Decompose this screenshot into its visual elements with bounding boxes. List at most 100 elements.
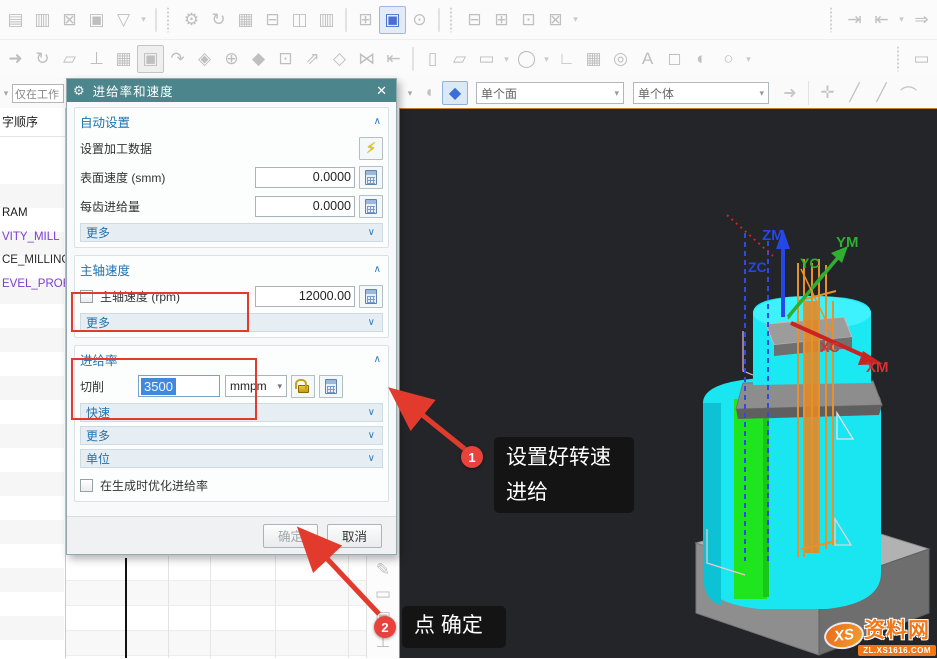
set-machining-data-button[interactable]: ⚡ [359, 137, 383, 160]
curve-tool-icon[interactable]: ⌒ [895, 79, 922, 107]
body-rule-select[interactable]: 单个体 ▾ [633, 82, 769, 104]
generate-toolpath-icon[interactable]: ⚙ [178, 6, 205, 34]
program-order-view-icon[interactable]: ⊟ [461, 6, 488, 34]
spindle-more-bar[interactable]: 更多 ∨ [80, 313, 383, 332]
flow-caret[interactable]: ▾ [895, 6, 908, 34]
spindle-rpm-input[interactable]: 12000.00 [255, 286, 355, 307]
confirm-arrow-icon[interactable]: ➜ [777, 81, 803, 105]
machine-output-icon[interactable]: ⊞ [352, 6, 379, 34]
rectangle-tool-icon[interactable]: ▭ [473, 45, 500, 73]
filter-caret-icon[interactable]: ▾ [0, 88, 12, 99]
rotate-view-icon[interactable]: ↻ [29, 45, 56, 73]
spindle-speed-checkbox[interactable] [80, 290, 93, 303]
line2-tool-icon[interactable]: ╱ [868, 79, 895, 107]
polygon-tool-icon[interactable]: ◯ [513, 45, 540, 73]
eraser-icon[interactable]: ✎ [371, 558, 395, 582]
navigator-column-header[interactable]: 字顺序 [0, 108, 65, 137]
flow-merge-icon[interactable]: ⇒ [908, 6, 935, 34]
note-icon[interactable]: ▭ [371, 582, 395, 606]
feed-more-bar[interactable]: 更多 ∨ [80, 426, 383, 445]
machine-tool-view-icon[interactable]: ⊞ [488, 6, 515, 34]
view-caret[interactable]: ▾ [569, 6, 582, 34]
paste-object-icon[interactable]: ▥ [29, 6, 56, 34]
chevron-up-icon[interactable]: ∧ [374, 116, 383, 127]
dialog-titlebar[interactable]: ⚙ 进给率和速度 ✕ [67, 79, 396, 102]
bounded-cube-icon[interactable]: ▣ [137, 45, 164, 73]
tool-list-caret[interactable]: ▾ [137, 6, 150, 34]
auto-settings-header[interactable]: 自动设置 ∧ [80, 110, 383, 132]
optimize-feed-checkbox[interactable] [80, 479, 93, 492]
datum-icon[interactable]: ⊥ [83, 45, 110, 73]
verify-toolpath-icon[interactable]: ▦ [232, 6, 259, 34]
chevron-up-icon[interactable]: ∧ [374, 264, 383, 275]
extrude-icon[interactable]: ▯ [419, 45, 446, 73]
list-toolpath-icon[interactable]: ⊟ [259, 6, 286, 34]
spindle-rpm-calc-button[interactable] [359, 285, 383, 308]
chevron-up-icon[interactable]: ∧ [374, 354, 383, 365]
item[interactable]: RAM [2, 202, 66, 226]
solid-body-cube-icon[interactable]: ◆ [442, 81, 468, 105]
feed-per-tooth-input[interactable]: 0.0000 [255, 196, 355, 217]
postprocess-icon[interactable]: ▥ [313, 6, 340, 34]
item[interactable]: VITY_MILL [2, 226, 66, 250]
snapshot-icon[interactable]: ▱ [56, 45, 83, 73]
rectangle-caret[interactable]: ▾ [500, 45, 513, 73]
surface-speed-input[interactable]: 0.0000 [255, 167, 355, 188]
align-icon[interactable]: ⇤ [380, 45, 407, 73]
delete-tool-icon[interactable]: ⊠ [56, 6, 83, 34]
shaded-view-icon[interactable]: ◆ [245, 45, 272, 73]
cancel-button[interactable]: 取消 [327, 524, 382, 548]
item[interactable]: CE_MILLING [2, 249, 66, 273]
clipped-icon[interactable]: ▭ [908, 45, 935, 73]
spotlight-icon[interactable]: ◐ [688, 45, 715, 73]
spindle-speed-header[interactable]: 主轴速度 ∧ [80, 258, 383, 280]
wireframe-cube-icon[interactable]: ◇ [326, 45, 353, 73]
view-caret-icon[interactable]: ▾ [404, 88, 416, 99]
auto-more-bar[interactable]: 更多 ∨ [80, 223, 383, 242]
tool-time-icon[interactable]: ⊙ [406, 6, 433, 34]
move-object-icon[interactable]: ⇗ [299, 45, 326, 73]
ok-button[interactable]: 确定 [263, 524, 318, 548]
work-filter-input[interactable]: 仅在工作 [12, 84, 64, 103]
close-icon[interactable]: ✕ [373, 83, 390, 99]
units-bar[interactable]: 单位 ∨ [80, 449, 383, 468]
copy-object-icon[interactable]: ▤ [2, 6, 29, 34]
surface-speed-calc-button[interactable] [359, 166, 383, 189]
face-rule-select[interactable]: 单个面 ▾ [476, 82, 624, 104]
graphics-viewport[interactable]: ZM ZC YM YC XC XM [399, 108, 937, 658]
circle-caret[interactable]: ▾ [742, 45, 755, 73]
circle-in-rect-icon[interactable]: ◎ [607, 45, 634, 73]
circle-tool-icon[interactable]: ○ [715, 45, 742, 73]
cut-feed-lock-button[interactable] [291, 375, 315, 398]
shaded-solid-icon[interactable]: ◖ [416, 81, 442, 105]
tool-info-icon[interactable]: ▣ [83, 6, 110, 34]
cut-feed-calc-button[interactable] [319, 375, 343, 398]
item[interactable]: EVEL_PROF [2, 273, 66, 297]
shop-documentation-icon[interactable]: ▣ [379, 6, 406, 34]
feed-per-tooth-calc-button[interactable] [359, 195, 383, 218]
measure-icon[interactable]: ▦ [110, 45, 137, 73]
line-move-icon[interactable]: ✛ [814, 79, 841, 107]
forward-icon[interactable]: ➜ [2, 45, 29, 73]
block-icon[interactable]: ▱ [446, 45, 473, 73]
surface-tool-icon[interactable]: ⊕ [218, 45, 245, 73]
cut-feed-input[interactable]: 3500 [138, 375, 220, 397]
flow-input-icon[interactable]: ⇥ [841, 6, 868, 34]
section-view-icon[interactable]: ◈ [191, 45, 218, 73]
info-box-icon[interactable]: ⊡ [272, 45, 299, 73]
mirror-icon[interactable]: ⋈ [353, 45, 380, 73]
line-tool-icon[interactable]: ╱ [841, 79, 868, 107]
feed-rates-header[interactable]: 进给率 ∧ [80, 348, 383, 370]
tool-list-icon[interactable]: ▽ [110, 6, 137, 34]
radius-dimension-icon[interactable]: ↷ [164, 45, 191, 73]
polygon-caret[interactable]: ▾ [540, 45, 553, 73]
replay-toolpath-icon[interactable]: ↻ [205, 6, 232, 34]
geometry-view-icon[interactable]: ⊡ [515, 6, 542, 34]
csys-icon[interactable]: ∟ [553, 45, 580, 73]
box-wireframe-icon[interactable]: ◻ [661, 45, 688, 73]
cut-unit-select[interactable]: mmpm ▾ [225, 375, 287, 397]
simulate-machine-icon[interactable]: ◫ [286, 6, 313, 34]
machining-method-view-icon[interactable]: ⊠ [542, 6, 569, 34]
plane-grid-icon[interactable]: ▦ [580, 45, 607, 73]
text-tool-icon[interactable]: A [634, 45, 661, 73]
